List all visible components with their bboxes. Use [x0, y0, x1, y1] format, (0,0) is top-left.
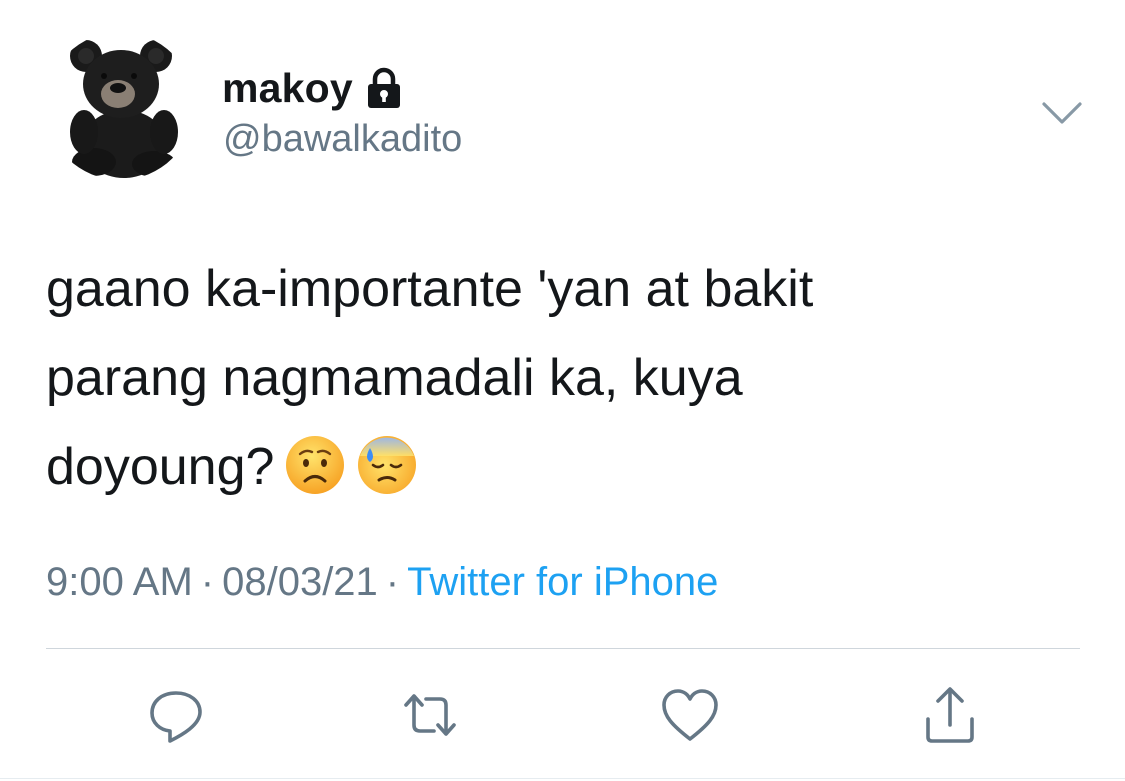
meta-separator: · [200, 560, 215, 604]
user-handle[interactable]: @bawalkadito [223, 118, 462, 161]
heart-icon[interactable] [658, 683, 722, 747]
tweet-body: gaano ka-importante 'yan at bakit parang… [46, 260, 814, 496]
retweet-icon[interactable] [398, 683, 462, 747]
worried-face-emoji-icon [284, 434, 346, 496]
tweet-text: gaano ka-importante 'yan at bakit parang… [46, 245, 1086, 512]
display-name-row: makoy [222, 60, 403, 116]
teddy-bear-avatar-icon [46, 32, 194, 180]
display-name[interactable]: makoy [222, 65, 353, 112]
divider [46, 648, 1080, 649]
action-bar [0, 675, 1125, 755]
tweet-source-link[interactable]: Twitter for iPhone [407, 560, 718, 604]
downcast-face-with-sweat-emoji-icon [356, 434, 418, 496]
chevron-down-icon[interactable] [1040, 96, 1084, 130]
meta-separator: · [385, 560, 400, 604]
reply-icon[interactable] [144, 683, 208, 747]
tweet-date: 08/03/21 [222, 560, 378, 604]
tweet-meta: 9:00 AM · 08/03/21 · Twitter for iPhone [46, 560, 718, 605]
tweet-time: 9:00 AM [46, 560, 193, 604]
avatar[interactable] [46, 32, 194, 180]
lock-icon [365, 67, 403, 109]
bottom-divider [0, 778, 1125, 779]
share-icon[interactable] [918, 683, 982, 747]
